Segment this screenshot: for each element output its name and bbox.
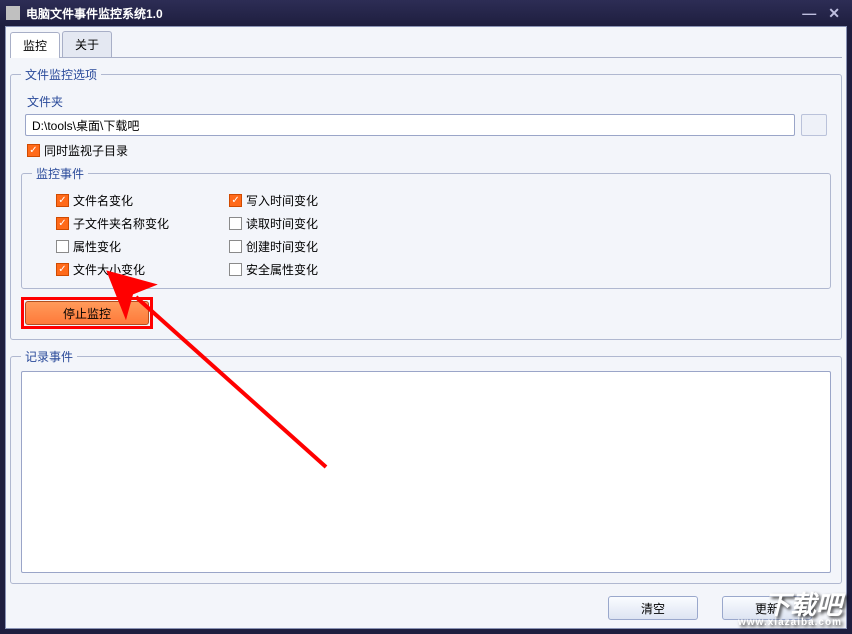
event-checkbox-right-3[interactable] <box>229 263 242 276</box>
events-col-right: 写入时间变化读取时间变化创建时间变化安全属性变化 <box>229 192 318 278</box>
tab-bar: 监控 关于 <box>10 31 842 58</box>
log-textarea[interactable] <box>21 371 831 573</box>
close-button[interactable]: ✕ <box>822 5 846 22</box>
folder-input[interactable] <box>25 114 795 136</box>
tab-monitor[interactable]: 监控 <box>10 32 60 58</box>
folder-label: 文件夹 <box>27 93 831 110</box>
tab-about[interactable]: 关于 <box>62 31 112 57</box>
clear-button[interactable]: 清空 <box>608 596 698 620</box>
app-icon <box>6 6 20 20</box>
window-title: 电脑文件事件监控系统1.0 <box>26 5 163 22</box>
event-label-left-3: 文件大小变化 <box>73 261 145 278</box>
log-fieldset: 记录事件 <box>10 348 842 584</box>
events-fieldset: 监控事件 文件名变化子文件夹名称变化属性变化文件大小变化 写入时间变化读取时间变… <box>21 165 831 289</box>
event-label-right-3: 安全属性变化 <box>246 261 318 278</box>
event-label-right-1: 读取时间变化 <box>246 215 318 232</box>
titlebar: 电脑文件事件监控系统1.0 — ✕ <box>0 0 852 26</box>
refresh-button[interactable]: 更新 <box>722 596 812 620</box>
event-checkbox-right-0[interactable] <box>229 194 242 207</box>
client-area: 监控 关于 文件监控选项 文件夹 同时监视子目录 监控事件 文件名变化子文件夹名… <box>5 26 847 629</box>
minimize-button[interactable]: — <box>796 5 822 21</box>
event-checkbox-left-0[interactable] <box>56 194 69 207</box>
event-checkbox-left-3[interactable] <box>56 263 69 276</box>
event-label-left-1: 子文件夹名称变化 <box>73 215 169 232</box>
event-label-right-2: 创建时间变化 <box>246 238 318 255</box>
event-label-left-0: 文件名变化 <box>73 192 133 209</box>
event-label-left-2: 属性变化 <box>73 238 121 255</box>
events-legend: 监控事件 <box>32 165 88 182</box>
event-checkbox-left-1[interactable] <box>56 217 69 230</box>
event-checkbox-right-1[interactable] <box>229 217 242 230</box>
options-fieldset: 文件监控选项 文件夹 同时监视子目录 监控事件 文件名变化子文件夹名称变化属性变… <box>10 66 842 340</box>
event-checkbox-right-2[interactable] <box>229 240 242 253</box>
events-col-left: 文件名变化子文件夹名称变化属性变化文件大小变化 <box>56 192 169 278</box>
stop-monitor-button[interactable]: 停止监控 <box>25 301 149 325</box>
log-legend: 记录事件 <box>21 348 77 365</box>
browse-button[interactable] <box>801 114 827 136</box>
watch-subdirs-checkbox[interactable] <box>27 144 40 157</box>
app-window: 电脑文件事件监控系统1.0 — ✕ 监控 关于 文件监控选项 文件夹 同时监视子… <box>0 0 852 634</box>
watch-subdirs-label: 同时监视子目录 <box>44 142 128 159</box>
event-checkbox-left-2[interactable] <box>56 240 69 253</box>
event-label-right-0: 写入时间变化 <box>246 192 318 209</box>
options-legend: 文件监控选项 <box>21 66 101 83</box>
